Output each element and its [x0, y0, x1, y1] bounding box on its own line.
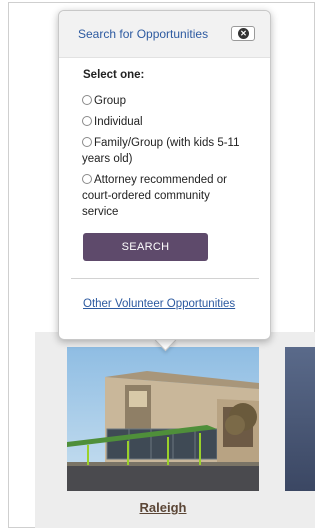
divider [71, 278, 259, 279]
option-label: Individual [94, 116, 143, 128]
option-label: Attorney recommended or court-ordered co… [82, 174, 227, 218]
option-label: Family/Group (with kids 5-11 years old) [82, 137, 240, 165]
select-one-label: Select one: [83, 69, 145, 81]
close-icon: ✕ [238, 28, 249, 39]
next-location-photo[interactable] [285, 347, 315, 491]
building-photo-icon [67, 347, 259, 491]
close-button[interactable]: ✕ [231, 26, 255, 41]
radio-icon[interactable] [82, 137, 92, 147]
location-photo[interactable] [67, 347, 259, 491]
popover-title: Search for Opportunities [78, 27, 209, 41]
option-family-group[interactable]: Family/Group (with kids 5-11 years old) [82, 135, 242, 167]
option-group[interactable]: Group [82, 93, 242, 109]
search-button[interactable]: SEARCH [83, 233, 208, 261]
other-opportunities-link[interactable]: Other Volunteer Opportunities [83, 298, 235, 310]
radio-icon[interactable] [82, 95, 92, 105]
radio-icon[interactable] [82, 174, 92, 184]
location-link-raleigh[interactable]: Raleigh [67, 500, 259, 515]
popover-header: Search for Opportunities ✕ [59, 11, 270, 58]
search-popover: Search for Opportunities ✕ Select one: G… [58, 10, 271, 340]
option-label: Group [94, 95, 126, 107]
radio-icon[interactable] [82, 116, 92, 126]
option-individual[interactable]: Individual [82, 114, 242, 130]
option-community-service[interactable]: Attorney recommended or court-ordered co… [82, 172, 242, 220]
